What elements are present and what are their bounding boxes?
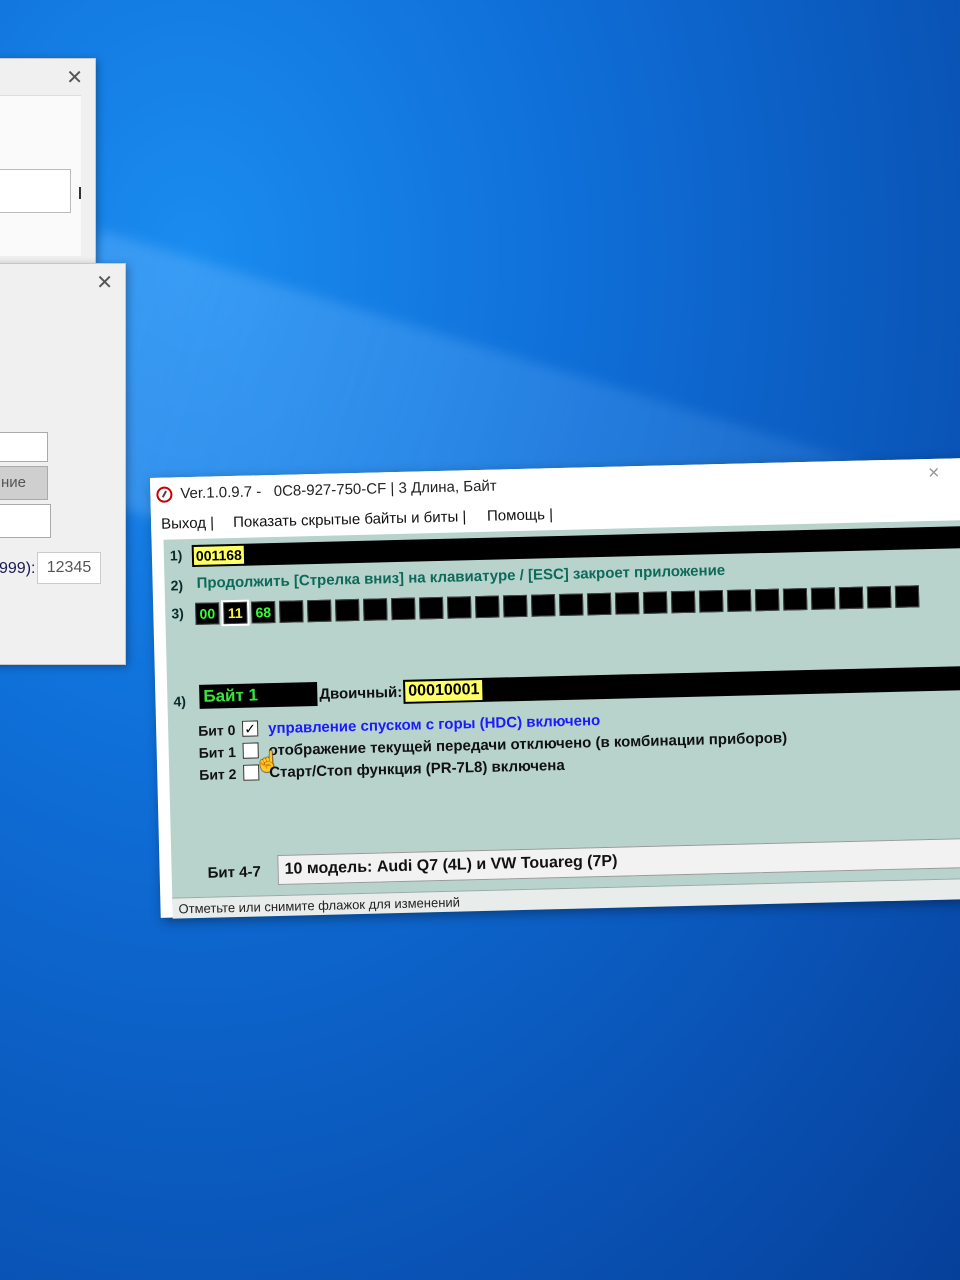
bit-label: Бит 0 bbox=[197, 721, 236, 739]
byte-cell-empty[interactable] bbox=[838, 586, 864, 610]
bits-4-7-label: Бит 4-7 bbox=[207, 863, 262, 882]
window-title: Ver.1.0.9.7 - 0C8-927-750-CF | 3 Длина, … bbox=[180, 477, 497, 503]
close-icon[interactable]: ✕ bbox=[96, 270, 113, 295]
byte-cell-empty[interactable] bbox=[782, 587, 808, 611]
background-window-1[interactable]: ✕ bbox=[0, 58, 96, 265]
binary-value: 00010001 bbox=[405, 679, 483, 702]
range-label: 999): bbox=[0, 560, 36, 577]
bit-description: управление спуском с горы (HDC) включено bbox=[267, 712, 601, 738]
byte-cell-empty[interactable] bbox=[335, 598, 360, 622]
byte-cell-empty[interactable] bbox=[558, 593, 584, 617]
menu-exit[interactable]: Выход | bbox=[161, 514, 214, 532]
byte-cell-empty[interactable] bbox=[726, 589, 752, 612]
byte-cell-empty[interactable] bbox=[642, 591, 668, 614]
row-number-2: 2) bbox=[170, 577, 184, 594]
byte-cell-empty[interactable] bbox=[614, 592, 640, 615]
client-area: 1) 001168 2) Продолжить [Стрелка вниз] н… bbox=[163, 519, 960, 910]
byte-cell-empty[interactable] bbox=[894, 585, 920, 608]
row-number-4: 4) bbox=[173, 693, 187, 710]
address-value: 001168 bbox=[193, 545, 245, 565]
byte-cell-empty[interactable] bbox=[866, 585, 892, 609]
byte-cell-empty[interactable] bbox=[363, 598, 388, 621]
byte-strip: 00 11 68 bbox=[195, 585, 920, 627]
byte-cell-empty[interactable] bbox=[810, 587, 836, 610]
input-field[interactable] bbox=[0, 432, 48, 462]
binary-field: 00010001 bbox=[403, 665, 960, 704]
byte-cell-empty[interactable] bbox=[418, 596, 444, 620]
byte-cell-empty[interactable] bbox=[698, 590, 724, 613]
app-gauge-icon bbox=[156, 486, 173, 503]
close-icon[interactable]: ✕ bbox=[66, 65, 83, 90]
instruction-text: Продолжить [Стрелка вниз] на клавиатуре … bbox=[196, 561, 726, 592]
input-field[interactable] bbox=[0, 169, 71, 213]
main-window: Ver.1.0.9.7 - 0C8-927-750-CF | 3 Длина, … bbox=[150, 457, 960, 919]
byte-cell[interactable]: 00 bbox=[195, 602, 220, 625]
menu-help[interactable]: Помощь | bbox=[487, 506, 553, 525]
bit-0-checkbox[interactable]: ✓ bbox=[241, 720, 259, 737]
model-value: 10 модель: Audi Q7 (4L) и VW Touareg (7P… bbox=[284, 852, 618, 878]
byte-cell-empty[interactable] bbox=[391, 597, 416, 621]
value-field[interactable]: 12345 bbox=[37, 552, 101, 584]
row-number-3: 3) bbox=[171, 605, 184, 622]
status-text: Отметьте или снимите флажок для изменени… bbox=[178, 894, 461, 917]
byte-cell-empty[interactable] bbox=[530, 594, 556, 617]
row-number-1: 1) bbox=[169, 547, 183, 564]
byte-cell-empty[interactable] bbox=[307, 599, 332, 623]
close-icon[interactable]: ✕ bbox=[927, 464, 940, 482]
byte-label: Байт 1 bbox=[199, 681, 318, 709]
text-caret bbox=[79, 187, 81, 199]
action-button-label: ние bbox=[1, 474, 27, 491]
byte-cell-empty[interactable] bbox=[754, 588, 780, 612]
byte-cell[interactable]: 68 bbox=[251, 600, 276, 624]
byte-cell-empty[interactable] bbox=[474, 595, 500, 619]
bit-label: Бит 2 bbox=[199, 765, 237, 783]
byte-cell-empty[interactable] bbox=[446, 596, 472, 619]
byte-cell-empty[interactable] bbox=[279, 600, 304, 623]
bit-label: Бит 1 bbox=[198, 743, 237, 761]
model-dropdown[interactable]: 10 модель: Audi Q7 (4L) и VW Touareg (7P… bbox=[277, 837, 960, 885]
binary-label: Двоичный: bbox=[319, 683, 403, 703]
byte-cell-empty[interactable] bbox=[670, 590, 696, 614]
input-field[interactable] bbox=[0, 504, 51, 538]
bit-description: Старт/Стоп функция (PR-7L8) включена bbox=[269, 756, 565, 782]
background-window-2[interactable]: ✕ ние 999): 12345 bbox=[0, 263, 126, 665]
bit-2-checkbox[interactable] bbox=[243, 764, 260, 781]
byte-cell-selected[interactable]: 11 bbox=[221, 599, 250, 627]
menu-show-hidden[interactable]: Показать скрытые байты и биты | bbox=[233, 508, 467, 531]
byte-cell-empty[interactable] bbox=[586, 592, 612, 616]
byte-cell-empty[interactable] bbox=[502, 594, 528, 618]
